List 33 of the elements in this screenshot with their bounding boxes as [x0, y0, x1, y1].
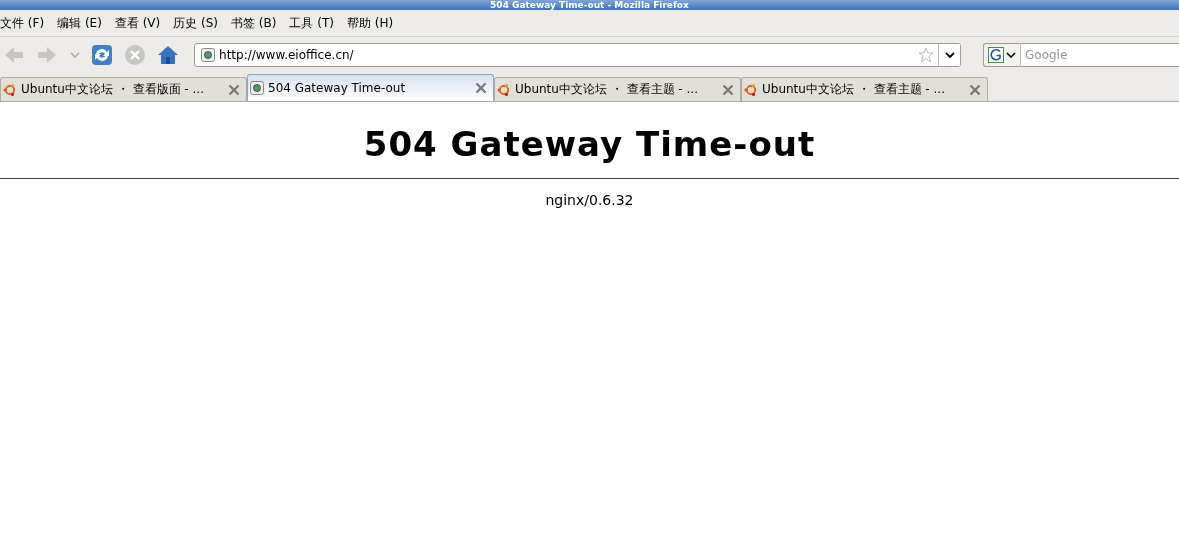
page-icon: [250, 81, 264, 95]
caret-icon: [69, 52, 80, 58]
ubuntu-logo-icon: [3, 82, 17, 97]
menu-item[interactable]: 工具 (T): [289, 14, 341, 32]
close-icon[interactable]: [969, 83, 981, 96]
ubuntu-logo-icon: [744, 82, 758, 97]
caret-icon: [943, 49, 956, 61]
menu-item[interactable]: 编辑 (E): [57, 14, 109, 32]
tab[interactable]: Ubuntu中文论坛 ・ 查看主题 - ...: [494, 77, 741, 101]
search-field[interactable]: Google: [1021, 43, 1179, 67]
star-icon[interactable]: [918, 47, 934, 63]
search-engine-selector[interactable]: [983, 43, 1021, 67]
caret-icon: [1006, 50, 1016, 60]
reload-button[interactable]: [89, 42, 115, 68]
server-signature: nginx/0.6.32: [545, 192, 634, 208]
site-icon: [201, 48, 216, 62]
tab[interactable]: Ubuntu中文论坛 ・ 查看版面 - ...: [0, 77, 247, 101]
address-bar[interactable]: http://www.eioffice.cn/: [194, 43, 961, 67]
ubuntu-logo-icon: [497, 82, 511, 97]
close-icon[interactable]: [722, 83, 734, 96]
menu-item[interactable]: 查看 (V): [114, 14, 168, 32]
url-dropdown[interactable]: [938, 44, 960, 66]
window-title: 504 Gateway Time-out - Mozilla Firefox: [490, 0, 689, 10]
menu-item[interactable]: 文件 (F): [0, 14, 52, 32]
menu-item[interactable]: 书签 (B): [231, 14, 284, 32]
close-icon[interactable]: [228, 83, 240, 96]
close-icon[interactable]: [475, 82, 487, 94]
menu-item[interactable]: 帮助 (H): [347, 14, 401, 32]
tab[interactable]: 504 Gateway Time-out: [247, 74, 494, 101]
page-heading: 504 Gateway Time-out: [363, 124, 816, 164]
search-engine-icon: [988, 47, 1004, 63]
menu-item[interactable]: 历史 (S): [173, 14, 226, 32]
tab[interactable]: Ubuntu中文论坛 ・ 查看主题 - ...: [741, 77, 988, 101]
